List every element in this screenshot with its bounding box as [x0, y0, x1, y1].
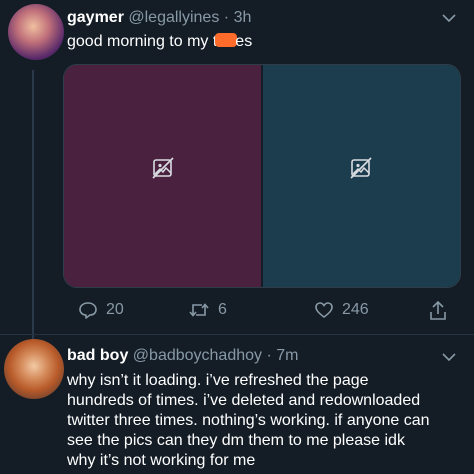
tweet-gaymer[interactable]: gaymer @legallyines · 3h good morning to… [0, 0, 474, 335]
display-name[interactable]: gaymer [67, 9, 124, 26]
chevron-down-icon[interactable] [442, 10, 456, 26]
timestamp[interactable]: 7m [276, 347, 298, 364]
chevron-down-icon[interactable] [442, 349, 456, 365]
redaction-scribble [215, 33, 238, 47]
tweet-bad-boy[interactable]: bad boy @badboychadhoy · 7m why isn’t it… [0, 335, 474, 474]
tweet-text-line: why isn’t it loading. i’ve refreshed the… [67, 372, 369, 389]
avatar[interactable] [8, 4, 64, 60]
retweet-button[interactable]: 6 [188, 300, 227, 320]
separator-dot: · [223, 9, 230, 26]
user-handle[interactable]: @legallyines [128, 9, 219, 26]
tweet-text-line: why it’s not working for me [67, 452, 256, 469]
tweet-text-line: see the pics can they dm them to me plea… [67, 432, 405, 449]
broken-image-icon [152, 157, 174, 179]
tweet-text-line: hundreds of times. i’ve deleted and redo… [67, 392, 421, 409]
tweet-text-line: twitter three times. nothing’s working. … [67, 412, 430, 429]
tweet-actions: 20 6 246 [0, 300, 474, 328]
like-count: 246 [342, 301, 369, 318]
timestamp[interactable]: 3h [234, 9, 252, 26]
tweet-header: bad boy @badboychadhoy · 7m [67, 347, 299, 365]
tweet-text: why isn’t it loading. i’ve refreshed the… [67, 371, 467, 471]
broken-image-icon [350, 157, 372, 179]
avatar[interactable] [4, 339, 64, 399]
share-button[interactable] [428, 300, 448, 322]
media-grid[interactable] [63, 64, 461, 288]
media-image-1[interactable] [64, 65, 261, 287]
tweet-text: good morning to my t es [67, 33, 252, 51]
reply-icon [79, 302, 97, 319]
tweet-text-part: good morning to my t [67, 33, 218, 50]
tweet-header: gaymer @legallyines · 3h [67, 9, 251, 27]
tweet-text-part: es [235, 33, 253, 50]
user-handle[interactable]: @badboychadhoy [133, 347, 262, 364]
retweet-count: 6 [218, 301, 227, 318]
separator-dot: · [266, 347, 272, 364]
reply-count: 20 [106, 301, 124, 318]
display-name[interactable]: bad boy [67, 347, 128, 364]
share-icon [430, 300, 446, 320]
retweet-icon [189, 303, 209, 317]
heart-icon [315, 302, 333, 319]
like-button[interactable]: 246 [314, 300, 369, 320]
media-image-2[interactable] [263, 65, 460, 287]
reply-button[interactable]: 20 [78, 300, 124, 320]
